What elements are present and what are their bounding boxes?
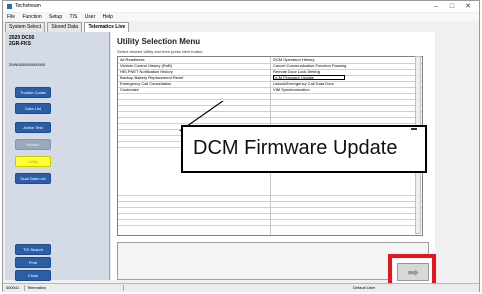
menu-file[interactable]: File (7, 14, 15, 20)
menu-function[interactable]: Function (22, 14, 41, 20)
window-title: Techstream (15, 3, 41, 9)
next-button[interactable]: ➡ (397, 263, 429, 281)
dual-data-list-button[interactable]: Dual Data List (15, 173, 51, 184)
menu-help[interactable]: Help (103, 14, 113, 20)
sidebar: 2020 DC50 2GR-FKS 20/N0000/00000000 Trou… (5, 32, 110, 281)
tab-system-select[interactable]: System Select (5, 22, 45, 32)
status-mode: Telematics (27, 285, 46, 290)
active-test-button[interactable]: Active Test (15, 122, 51, 133)
data-list-button[interactable]: Data List (15, 103, 51, 114)
status-code: 000041 (6, 285, 20, 290)
maximize-button[interactable]: □ (445, 1, 459, 12)
zoom-callout: DCM Firmware Update (181, 125, 427, 173)
menu-setup[interactable]: Setup (49, 14, 62, 20)
menu-tis[interactable]: TIS (70, 14, 78, 20)
vehicle-engine: 2GR-FKS (9, 41, 31, 47)
detail-pane (117, 242, 429, 280)
status-user: Default User (353, 285, 376, 290)
print-button[interactable]: Print (15, 257, 51, 268)
menu-bar: File Function Setup TIS User Help (3, 13, 479, 21)
vehicle-vin: 20/N0000/00000000 (9, 62, 46, 67)
menu-user[interactable]: User (85, 14, 96, 20)
techstream-window: Techstream – □ ✕ File Function Setup TIS… (2, 0, 480, 292)
trouble-codes-button[interactable]: Trouble Codes (15, 87, 51, 98)
page-title: Utility Selection Menu (117, 37, 201, 46)
monitor-button[interactable]: Monitor (15, 139, 51, 150)
tis-search-button[interactable]: TIS Search (15, 244, 51, 255)
close-window-button[interactable]: ✕ (461, 1, 475, 12)
right-arrow-icon: ➡ (407, 264, 419, 280)
app-icon (7, 4, 12, 9)
callout-text: DCM Firmware Update (193, 137, 398, 159)
tab-strip: System Select Stored Data Telematics Liv… (5, 22, 130, 32)
title-bar: Techstream – □ ✕ (3, 1, 479, 12)
status-bar: 000041 Telematics Default User (3, 283, 479, 292)
instruction-text: Select desired Utility and then press Ne… (117, 49, 204, 54)
utility-button[interactable]: Utility (15, 156, 51, 167)
selection-highlight (273, 75, 345, 80)
close-button[interactable]: Close (15, 270, 51, 281)
tab-telematics-live[interactable]: Telematics Live (84, 22, 130, 32)
minimize-button[interactable]: – (429, 1, 443, 12)
vehicle-info: 2020 DC50 2GR-FKS (9, 35, 34, 47)
tab-stored-data[interactable]: Stored Data (47, 22, 83, 32)
table-row (118, 219, 422, 226)
